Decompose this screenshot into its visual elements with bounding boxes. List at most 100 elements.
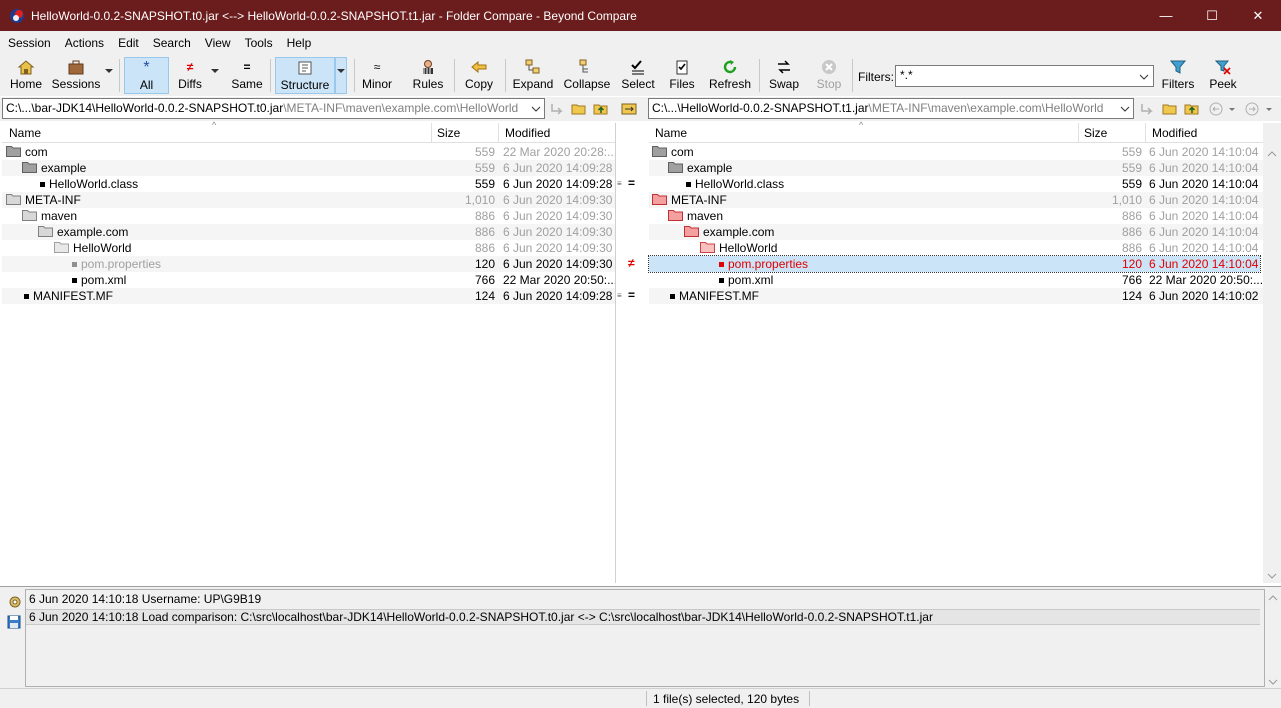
folder-diff-icon: [652, 194, 667, 205]
equal-icon: =: [628, 288, 636, 302]
left-path-input[interactable]: C:\...\bar-JDK14\HelloWorld-0.0.2-SNAPSH…: [2, 98, 545, 119]
rules-button[interactable]: Rules: [411, 57, 445, 94]
table-row[interactable]: maven 886 6 Jun 2020 14:09:30: [2, 208, 615, 224]
vertical-scrollbar[interactable]: [1263, 123, 1281, 583]
browse-folder-icon[interactable]: [1162, 101, 1178, 117]
diffs-dropdown-icon[interactable]: [211, 69, 219, 73]
table-row[interactable]: example.com 886 6 Jun 2020 14:10:04: [649, 224, 1263, 240]
size-column-header[interactable]: Size: [1084, 126, 1107, 140]
swap-button[interactable]: Swap: [766, 57, 802, 94]
folder-icon: [54, 242, 69, 253]
menu-tools[interactable]: Tools: [237, 36, 279, 50]
forward-arrow-icon[interactable]: [1244, 101, 1260, 117]
scroll-down-icon[interactable]: [1267, 569, 1277, 583]
select-button[interactable]: Select: [619, 57, 657, 94]
scroll-up-icon[interactable]: [1267, 147, 1277, 161]
log-scroll-down-icon[interactable]: [1268, 675, 1278, 689]
size-column-header[interactable]: Size: [437, 126, 460, 140]
log-scroll-up-icon[interactable]: [1268, 591, 1278, 605]
minimize-button[interactable]: —: [1143, 0, 1189, 31]
table-row-selected[interactable]: pom.properties 120 6 Jun 2020 14:10:04: [648, 255, 1261, 273]
right-path-input[interactable]: C:\...\HelloWorld-0.0.2-SNAPSHOT.t1.jar\…: [648, 98, 1134, 119]
gear-icon[interactable]: [8, 595, 22, 612]
table-row[interactable]: pom.xml 766 22 Mar 2020 20:50:...: [2, 272, 617, 288]
asterisk-icon: *: [143, 59, 150, 76]
table-row[interactable]: MANIFEST.MF 124 6 Jun 2020 14:10:02: [649, 288, 1263, 304]
filters-input[interactable]: *.*: [895, 65, 1154, 87]
referee-icon: [418, 58, 438, 76]
save-icon[interactable]: [7, 615, 21, 632]
beyond-compare-app-icon: [9, 8, 25, 24]
file-icon: [40, 182, 45, 187]
back-arrow-icon[interactable]: [1208, 101, 1224, 117]
peek-button[interactable]: Peek: [1206, 57, 1240, 94]
table-row[interactable]: HelloWorld 886 6 Jun 2020 14:10:04: [649, 240, 1263, 256]
forward-history-chevron-icon[interactable]: [1264, 101, 1280, 117]
home-button[interactable]: Home: [8, 57, 44, 94]
diffs-filter-button[interactable]: ≠ Diffs: [175, 57, 205, 94]
collapse-button[interactable]: Collapse: [561, 57, 613, 94]
menu-search[interactable]: Search: [145, 36, 197, 50]
table-row[interactable]: example 559 6 Jun 2020 14:10:04: [649, 160, 1263, 176]
sessions-dropdown-icon[interactable]: [105, 69, 113, 73]
files-button[interactable]: Files: [665, 57, 699, 94]
left-file-pane[interactable]: Name ^ Size Modified com 559 22 Mar 2020…: [2, 120, 617, 583]
parent-folder-icon[interactable]: [1184, 101, 1200, 117]
table-row[interactable]: META-INF 1,010 6 Jun 2020 14:09:30: [2, 192, 615, 208]
menu-view[interactable]: View: [197, 36, 237, 50]
minor-button[interactable]: ≈ Minor: [359, 57, 395, 94]
table-row[interactable]: HelloWorld.class 559 6 Jun 2020 14:10:04: [649, 176, 1263, 192]
gutter-row: ≡ =: [616, 288, 650, 304]
table-row[interactable]: HelloWorld.class 559 6 Jun 2020 14:09:28: [2, 176, 615, 192]
table-row[interactable]: com 559 6 Jun 2020 14:10:04: [649, 144, 1263, 160]
table-row[interactable]: example.com 886 6 Jun 2020 14:09:30: [2, 224, 615, 240]
expand-button[interactable]: Expand: [511, 57, 555, 94]
parent-folder-icon[interactable]: [593, 101, 609, 117]
table-row[interactable]: MANIFEST.MF 124 6 Jun 2020 14:09:28: [2, 288, 615, 304]
go-to-path-icon[interactable]: [549, 101, 565, 117]
copy-button[interactable]: Copy: [462, 57, 496, 94]
table-row[interactable]: example 559 6 Jun 2020 14:09:28: [2, 160, 615, 176]
browse-folder-icon[interactable]: [571, 101, 587, 117]
maximize-button[interactable]: ☐: [1189, 0, 1235, 31]
modified-column-header[interactable]: Modified: [1152, 126, 1197, 140]
right-file-pane[interactable]: Name ^ Size Modified com 559 6 Jun 2020 …: [648, 120, 1263, 583]
table-row[interactable]: pom.properties 120 6 Jun 2020 14:09:30: [2, 256, 615, 272]
all-filter-button[interactable]: * All: [124, 57, 169, 94]
table-row[interactable]: HelloWorld 886 6 Jun 2020 14:09:30: [2, 240, 615, 256]
briefcase-icon: [66, 58, 86, 76]
folder-diff-icon: [700, 242, 715, 253]
menu-session[interactable]: Session: [0, 36, 57, 50]
structure-dropdown-button[interactable]: [335, 57, 347, 94]
back-history-chevron-icon[interactable]: [1227, 101, 1243, 117]
not-equal-icon: ≠: [186, 60, 194, 74]
table-row[interactable]: META-INF 1,010 6 Jun 2020 14:10:04: [649, 192, 1263, 208]
structure-button[interactable]: Structure: [275, 57, 335, 94]
chevron-down-icon[interactable]: [1120, 102, 1130, 116]
menu-edit[interactable]: Edit: [110, 36, 145, 50]
stop-button[interactable]: Stop: [812, 57, 846, 94]
name-column-header[interactable]: Name: [655, 126, 687, 140]
same-filter-button[interactable]: = Same: [229, 57, 265, 94]
output-log-panel: 6 Jun 2020 14:10:18 Username: UP\G9B19 6…: [0, 586, 1281, 689]
refresh-button[interactable]: Refresh: [707, 57, 753, 94]
table-row[interactable]: pom.xml 766 22 Mar 2020 20:50:...: [649, 272, 1263, 288]
log-list[interactable]: 6 Jun 2020 14:10:18 Username: UP\G9B19 6…: [25, 589, 1265, 687]
modified-column-header[interactable]: Modified: [505, 126, 550, 140]
sessions-button[interactable]: Sessions: [52, 57, 100, 94]
gutter-row: ≡ =: [616, 176, 650, 192]
table-row[interactable]: maven 886 6 Jun 2020 14:10:04: [649, 208, 1263, 224]
menu-help[interactable]: Help: [279, 36, 318, 50]
comparison-gutter: ≡ = ≠ ≡ =: [615, 123, 651, 583]
file-diff-icon: [719, 262, 724, 267]
sync-folders-icon[interactable]: [621, 101, 637, 117]
table-row[interactable]: com 559 22 Mar 2020 20:28:...: [2, 144, 617, 160]
go-to-path-icon[interactable]: [1139, 101, 1155, 117]
toolbar-separator: [759, 59, 760, 92]
chevron-down-icon[interactable]: [1139, 70, 1149, 84]
filters-button[interactable]: Filters: [1160, 57, 1196, 94]
chevron-down-icon[interactable]: [531, 102, 541, 116]
name-column-header[interactable]: Name: [9, 126, 41, 140]
close-button[interactable]: ✕: [1235, 0, 1281, 31]
menu-actions[interactable]: Actions: [57, 36, 110, 50]
